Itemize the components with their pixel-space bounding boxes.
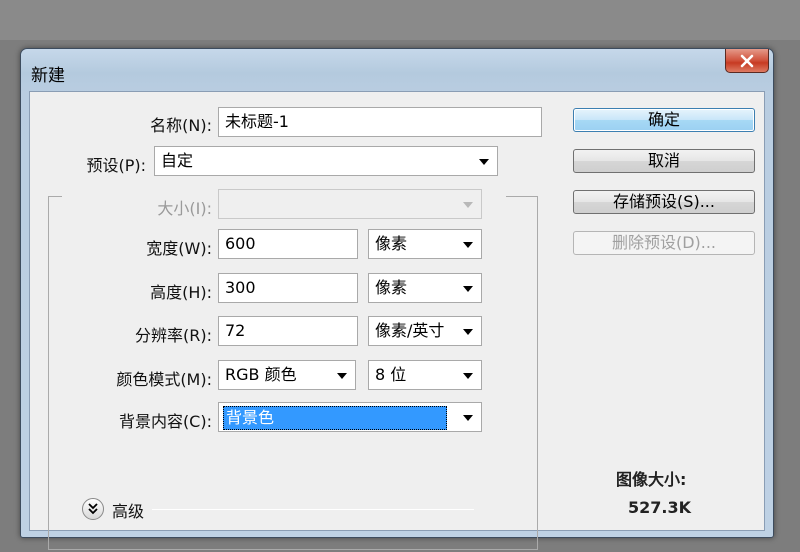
height-unit-select[interactable]: 像素 xyxy=(368,273,482,303)
save-preset-button[interactable]: 存储预设(S)... xyxy=(573,190,755,214)
resolution-label: 分辨率(R): xyxy=(135,326,212,345)
dialog-title: 新建 xyxy=(31,66,65,86)
ok-button[interactable]: 确定 xyxy=(573,108,755,132)
chevron-down-icon xyxy=(463,415,473,421)
cancel-button[interactable]: 取消 xyxy=(573,149,755,173)
preset-select[interactable]: 自定 xyxy=(154,146,498,176)
bit-depth-value: 8 位 xyxy=(375,365,407,384)
double-chevron-down-icon xyxy=(88,503,98,515)
chevron-down-icon xyxy=(479,159,489,165)
size-select[interactable] xyxy=(218,189,482,219)
groupbox-border xyxy=(48,196,62,197)
name-input[interactable]: 未标题-1 xyxy=(218,107,542,137)
chevron-down-icon xyxy=(463,373,473,379)
width-label: 宽度(W): xyxy=(146,239,212,258)
delete-preset-button[interactable]: 删除预设(D)... xyxy=(573,231,755,255)
advanced-toggle-button[interactable] xyxy=(82,498,104,520)
chevron-down-icon xyxy=(463,286,473,292)
background-label: 背景内容(C): xyxy=(118,412,212,431)
dialog-content: 名称(N): 未标题-1 预设(P): 自定 大小(I): 宽度(W): 600… xyxy=(29,91,765,550)
resolution-input[interactable]: 72 xyxy=(218,316,358,346)
width-unit-value: 像素 xyxy=(375,234,408,253)
chevron-down-icon xyxy=(463,242,473,248)
color-mode-label: 颜色模式(M): xyxy=(116,370,212,389)
bit-depth-select[interactable]: 8 位 xyxy=(368,360,482,390)
advanced-divider xyxy=(152,509,474,510)
height-label: 高度(H): xyxy=(150,283,212,302)
resolution-unit-select[interactable]: 像素/英寸 xyxy=(368,316,482,346)
height-unit-value: 像素 xyxy=(375,278,408,297)
preset-label: 预设(P): xyxy=(86,156,146,175)
new-document-dialog: 新建 名称(N): 未标题-1 预设(P): 自定 大小(I): 宽度(W): … xyxy=(20,48,774,550)
background-select[interactable]: 背景色 xyxy=(218,402,482,432)
name-label: 名称(N): xyxy=(150,116,212,135)
width-input[interactable]: 600 xyxy=(218,229,358,259)
preset-value: 自定 xyxy=(161,151,194,170)
chevron-down-icon xyxy=(337,373,347,379)
groupbox-border xyxy=(506,196,538,197)
color-mode-select[interactable]: RGB 颜色 xyxy=(218,360,356,390)
advanced-label: 高级 xyxy=(112,502,145,521)
width-unit-select[interactable]: 像素 xyxy=(368,229,482,259)
image-size-label: 图像大小: xyxy=(616,470,687,489)
chevron-down-icon xyxy=(463,202,473,208)
background-value: 背景色 xyxy=(223,406,447,430)
resolution-unit-value: 像素/英寸 xyxy=(375,321,445,340)
close-button[interactable] xyxy=(725,49,769,73)
size-label: 大小(I): xyxy=(157,199,212,218)
height-input[interactable]: 300 xyxy=(218,273,358,303)
image-size-value: 527.3K xyxy=(628,498,692,517)
chevron-down-icon xyxy=(463,329,473,335)
color-mode-value: RGB 颜色 xyxy=(225,365,297,384)
desktop-background xyxy=(0,0,800,40)
close-icon xyxy=(740,54,754,67)
